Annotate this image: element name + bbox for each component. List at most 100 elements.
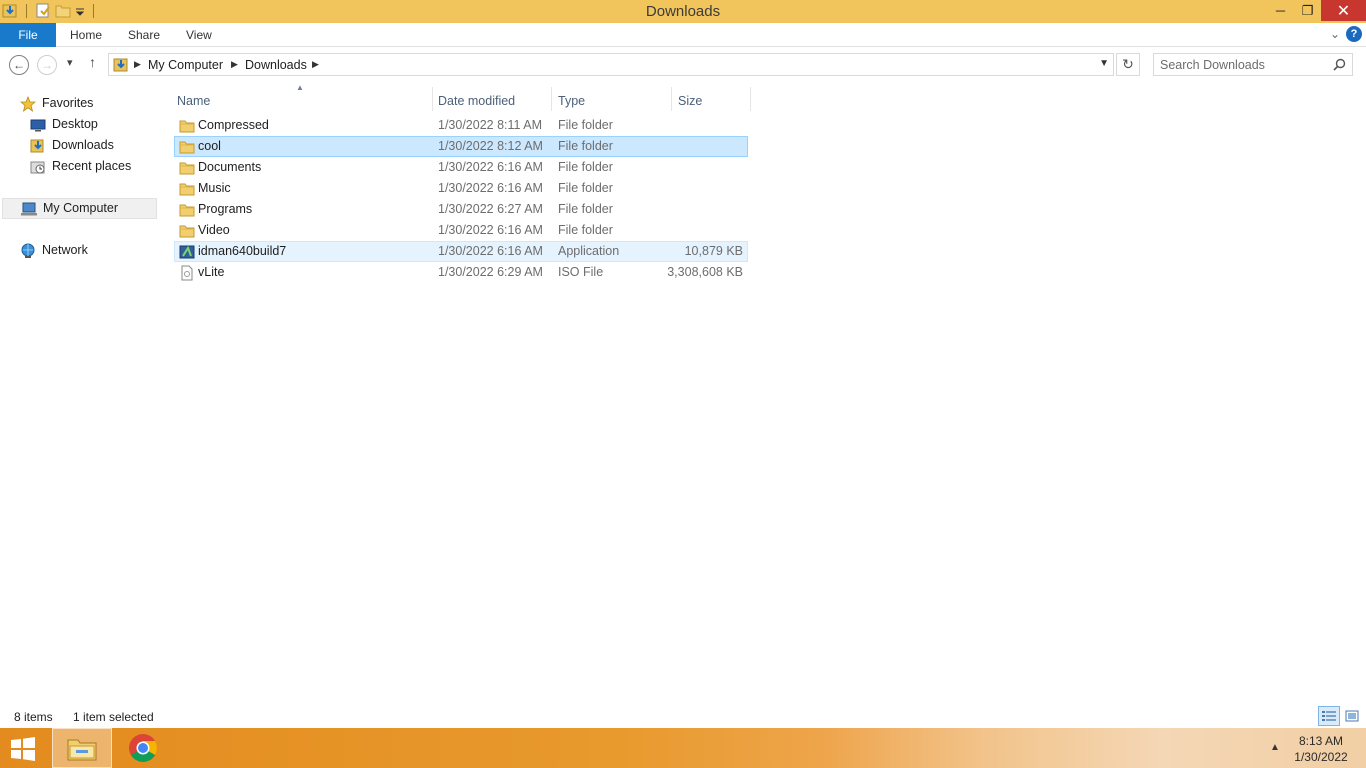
navigation-pane: Favorites Desktop Downloads Recent place… — [0, 83, 158, 703]
file-size: 10,879 KB — [684, 244, 743, 258]
file-row[interactable]: vLite 1/30/2022 6:29 AM ISO File 3,308,6… — [174, 262, 748, 283]
file-row[interactable]: Video 1/30/2022 6:16 AM File folder — [174, 220, 748, 241]
file-row-selected[interactable]: cool 1/30/2022 8:12 AM File folder — [174, 136, 748, 157]
recent-locations-button[interactable]: ▾ — [67, 56, 73, 69]
file-row[interactable]: Compressed 1/30/2022 8:11 AM File folder — [174, 115, 748, 136]
breadcrumb-my-computer[interactable]: My Computer — [148, 58, 223, 72]
large-icons-view-icon — [1345, 710, 1359, 722]
column-header-type[interactable]: Type — [552, 89, 670, 113]
file-explorer-icon — [67, 739, 97, 761]
sidebar-item-network[interactable]: Network — [20, 240, 88, 261]
restore-button[interactable]: ❐ — [1294, 0, 1321, 21]
sidebar-item-label: Downloads — [52, 138, 114, 152]
navigation-bar: ← → ▾ ↑ ▶ My Computer ▶ Downloads ▶ ▼ ↻ — [0, 47, 1366, 83]
tab-share[interactable]: Share — [128, 23, 160, 47]
file-size: 3,308,608 KB — [667, 265, 743, 279]
column-separator[interactable] — [750, 87, 751, 111]
start-button[interactable] — [8, 736, 40, 762]
file-name: Documents — [198, 160, 262, 174]
tab-file[interactable]: File — [0, 23, 56, 47]
file-row-hovered[interactable]: idman640build7 1/30/2022 6:16 AM Applica… — [174, 241, 748, 262]
column-header-name[interactable]: Name — [171, 89, 431, 113]
breadcrumb-downloads[interactable]: Downloads — [245, 58, 307, 72]
expand-ribbon-icon[interactable]: ⌄ — [1330, 27, 1340, 41]
folder-icon — [179, 160, 195, 176]
search-input[interactable] — [1154, 54, 1324, 75]
file-name: idman640build7 — [198, 244, 287, 258]
sidebar-item-label: Recent places — [52, 159, 132, 173]
file-date: 1/30/2022 6:16 AM — [438, 244, 543, 258]
breadcrumb-separator-icon[interactable]: ▶ — [134, 59, 141, 70]
file-date: 1/30/2022 6:29 AM — [438, 265, 543, 279]
file-date: 1/30/2022 6:16 AM — [438, 160, 543, 174]
ribbon-tabs: File Home Share View ⌄ ? — [0, 23, 1366, 47]
help-icon[interactable]: ? — [1346, 26, 1362, 42]
file-type: File folder — [558, 223, 613, 237]
file-name: Programs — [198, 202, 253, 216]
clock-time: 8:13 AM — [1298, 734, 1344, 748]
file-name: Compressed — [198, 118, 269, 132]
file-type: File folder — [558, 160, 613, 174]
file-date: 1/30/2022 8:12 AM — [438, 139, 543, 153]
sidebar-item-label: Network — [42, 243, 88, 257]
column-header-size[interactable]: Size — [672, 89, 750, 113]
file-date: 1/30/2022 6:27 AM — [438, 202, 543, 216]
file-date: 1/30/2022 8:11 AM — [438, 118, 543, 132]
address-dropdown-icon[interactable]: ▼ — [1099, 58, 1109, 69]
refresh-button[interactable]: ↻ — [1116, 53, 1140, 76]
search-box[interactable] — [1153, 53, 1353, 76]
file-name: vLite — [198, 265, 225, 279]
folder-icon — [179, 181, 195, 197]
iso-file-icon — [179, 265, 195, 281]
clock[interactable]: 8:13 AM 1/30/2022 — [1282, 733, 1360, 765]
taskbar-chrome[interactable] — [113, 728, 173, 768]
downloads-location-icon — [113, 57, 129, 73]
sidebar-item-favorites[interactable]: Favorites — [19, 93, 93, 114]
item-count: 8 items — [14, 710, 53, 724]
file-type: File folder — [558, 118, 613, 132]
sidebar-item-recent-places[interactable]: Recent places — [30, 156, 131, 177]
breadcrumb-separator-icon[interactable]: ▶ — [312, 59, 319, 70]
clock-date: 1/30/2022 — [1294, 750, 1348, 764]
star-icon — [19, 95, 37, 112]
network-icon — [20, 243, 36, 259]
recent-places-icon — [30, 159, 46, 175]
search-icon[interactable] — [1333, 58, 1346, 74]
sidebar-item-desktop[interactable]: Desktop — [30, 114, 98, 135]
title-bar: Downloads ─ ❐ ✕ — [0, 0, 1366, 23]
minimize-button[interactable]: ─ — [1267, 0, 1294, 21]
sidebar-item-my-computer[interactable]: My Computer — [2, 198, 157, 219]
file-name: cool — [198, 139, 221, 153]
file-type: ISO File — [558, 265, 604, 279]
show-hidden-icons-button[interactable]: ▲ — [1270, 742, 1280, 753]
column-header-date-modified[interactable]: Date modified — [432, 89, 550, 113]
forward-button[interactable]: → — [37, 55, 57, 75]
file-row[interactable]: Programs 1/30/2022 6:27 AM File folder — [174, 199, 748, 220]
tab-home[interactable]: Home — [70, 23, 102, 47]
details-view-button[interactable] — [1318, 706, 1340, 726]
file-row[interactable]: Music 1/30/2022 6:16 AM File folder — [174, 178, 748, 199]
application-icon — [179, 244, 195, 260]
folder-icon — [179, 223, 195, 239]
folder-icon — [179, 118, 195, 134]
file-name: Music — [198, 181, 231, 195]
windows-logo-icon — [11, 737, 35, 761]
folder-icon — [179, 202, 195, 218]
breadcrumb-separator-icon[interactable]: ▶ — [231, 59, 238, 70]
status-bar: 8 items 1 item selected — [0, 704, 1366, 728]
sidebar-item-downloads[interactable]: Downloads — [30, 135, 114, 156]
taskbar-file-explorer[interactable] — [52, 728, 112, 768]
downloads-icon — [30, 138, 46, 154]
tab-view[interactable]: View — [186, 23, 212, 47]
file-type: File folder — [558, 139, 613, 153]
sidebar-item-label: My Computer — [43, 201, 119, 215]
up-button[interactable]: ↑ — [89, 54, 96, 70]
close-button[interactable]: ✕ — [1321, 0, 1366, 21]
back-button[interactable]: ← — [9, 55, 29, 75]
file-row[interactable]: Documents 1/30/2022 6:16 AM File folder — [174, 157, 748, 178]
chrome-icon — [129, 734, 157, 762]
file-type: File folder — [558, 202, 613, 216]
file-name: Video — [198, 223, 230, 237]
address-bar[interactable]: ▶ My Computer ▶ Downloads ▶ ▼ — [108, 53, 1114, 76]
large-icons-view-button[interactable] — [1341, 706, 1363, 726]
